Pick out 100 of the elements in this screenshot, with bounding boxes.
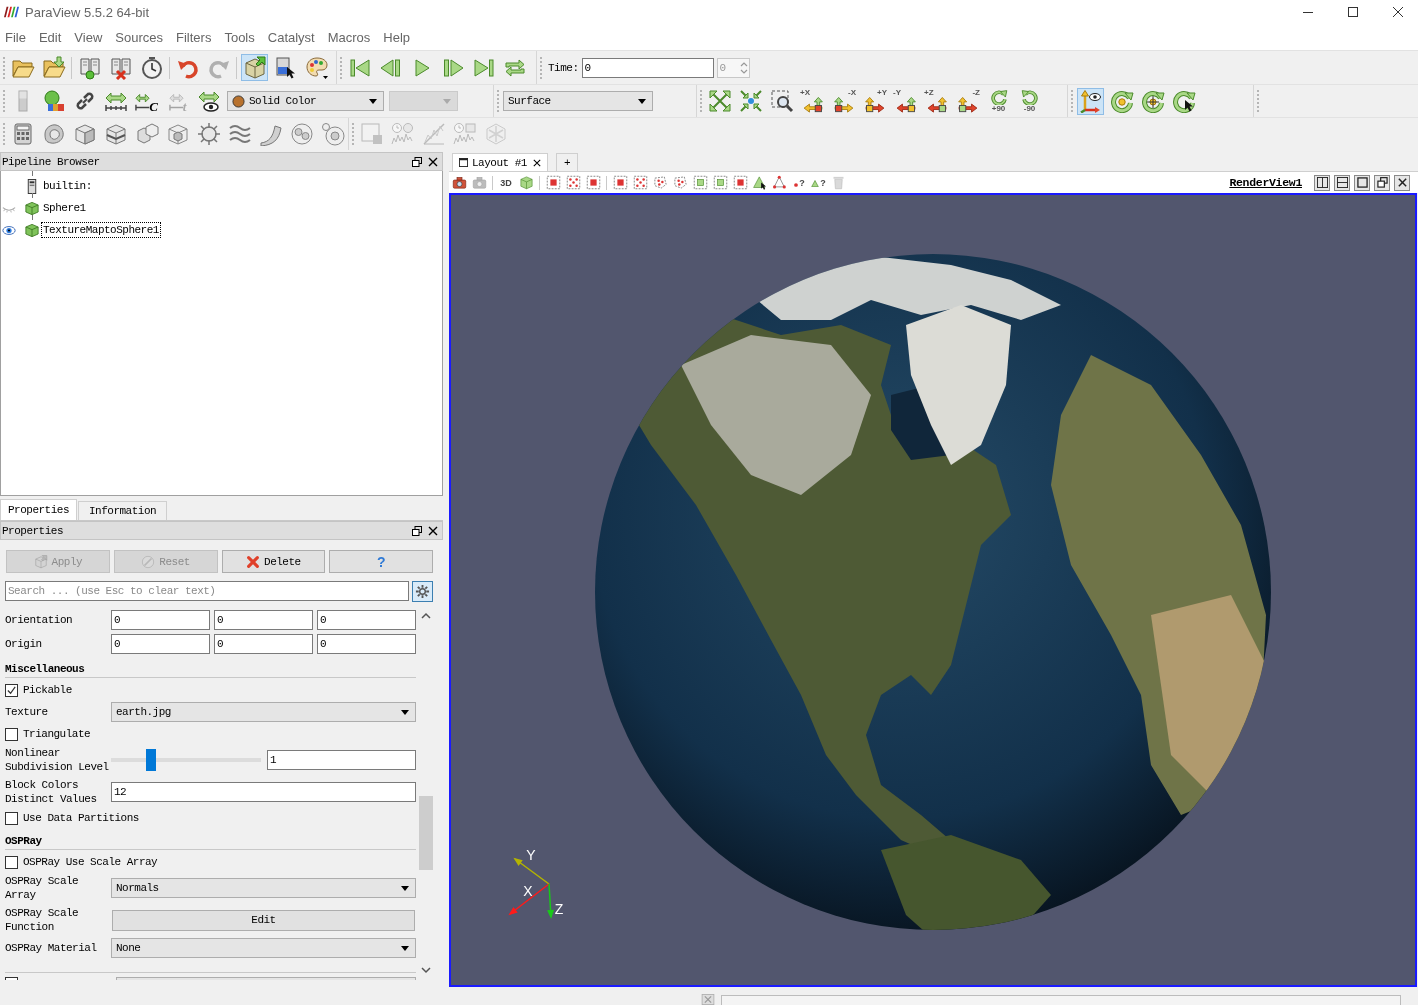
dotted-box-dots-icon: [565, 175, 581, 190]
split-vertical-button[interactable]: [1334, 174, 1350, 191]
menu-item[interactable]: Help: [378, 26, 417, 48]
dropdown[interactable]: Surface: [503, 91, 653, 111]
toolbar-button[interactable]: ?: [810, 173, 827, 192]
triangle-icon: [811, 179, 820, 187]
checkbox[interactable]: [5, 683, 18, 697]
cross-icon[interactable]: [700, 994, 716, 1005]
dropdown[interactable]: Solid Color: [227, 91, 384, 111]
search-field[interactable]: Search ... (use Esc to clear text): [5, 581, 409, 601]
cube-arrow-icon: [33, 554, 48, 569]
toolbar-button[interactable]: +X: [799, 87, 826, 115]
tree-item[interactable]: TextureMaptoSphere1: [41, 222, 161, 238]
delete-button[interactable]: Delete: [221, 550, 326, 573]
add-tab[interactable]: +: [556, 153, 578, 171]
square-corner-icon: [359, 122, 384, 146]
cube-icon: [518, 175, 534, 190]
edit-button[interactable]: Edit: [112, 909, 415, 931]
toolbar-button[interactable]: +Z: [923, 87, 950, 115]
tab[interactable]: Information: [78, 501, 168, 520]
triangle-cursor-icon: [752, 175, 768, 190]
checkbox[interactable]: [5, 977, 18, 980]
close-button[interactable]: [1394, 174, 1410, 191]
toolbar-button[interactable]: C: [133, 87, 160, 115]
scrollbar-thumb[interactable]: [419, 796, 433, 870]
menu-item[interactable]: Sources: [110, 26, 169, 48]
number-field[interactable]: 0: [111, 634, 210, 654]
toolbar-button[interactable]: [768, 87, 795, 115]
close-icon[interactable]: [428, 525, 438, 536]
camera-icon: [471, 175, 487, 190]
checkbox-label: Triangulate: [23, 728, 91, 740]
chevron-up-icon[interactable]: [421, 612, 431, 620]
dropdown[interactable]: Normals: [111, 878, 416, 898]
toolbar-button[interactable]: +90: [985, 87, 1012, 115]
ring-dot-icon: [1109, 89, 1134, 113]
cube-arrow-icon: [242, 55, 267, 80]
number-field[interactable]: 0: [111, 610, 210, 630]
number-field[interactable]: 12: [111, 782, 416, 802]
chevron-down-icon[interactable]: [421, 966, 431, 974]
checkbox[interactable]: [5, 855, 18, 869]
close-icon[interactable]: [428, 156, 438, 167]
ring-cursor-icon: [1171, 89, 1196, 113]
number-field[interactable]: 0: [317, 610, 416, 630]
checkbox[interactable]: [5, 811, 18, 825]
toolbar-button[interactable]: [751, 173, 769, 192]
number-field[interactable]: 1: [267, 750, 416, 770]
menu-item[interactable]: Macros: [322, 26, 377, 48]
slider-thumb[interactable]: [146, 749, 156, 771]
restore-icon[interactable]: [412, 156, 422, 167]
number-field[interactable]: 0: [214, 634, 313, 654]
caret-icon: [443, 98, 451, 104]
number-field[interactable]: 0: [214, 610, 313, 630]
time-label: Time:: [548, 61, 579, 74]
checkbox[interactable]: [5, 727, 18, 741]
advanced-toggle-button[interactable]: [412, 581, 433, 602]
toolbar-button[interactable]: -90: [1016, 87, 1043, 115]
toolbar-button[interactable]: ?: [791, 173, 808, 192]
circle-swatch-icon: [232, 94, 245, 108]
dropdown[interactable]: None: [111, 938, 416, 958]
tab[interactable]: Properties: [0, 499, 77, 520]
number-field[interactable]: 0: [317, 634, 416, 654]
close-icon[interactable]: [533, 158, 541, 167]
split-horizontal-button[interactable]: [1314, 174, 1330, 191]
property-label: Orientation: [5, 613, 74, 627]
restore-button[interactable]: [1374, 174, 1390, 191]
menu-item[interactable]: Catalyst: [262, 26, 321, 48]
menu-item[interactable]: File: [0, 26, 32, 48]
dropdown[interactable]: earth.jpg: [111, 702, 416, 722]
dock-title: Pipeline Browser: [2, 155, 100, 168]
tree-item[interactable]: builtin:: [41, 178, 94, 194]
eye-icon[interactable]: [2, 224, 16, 236]
cube-icon: [165, 122, 190, 146]
menu-item[interactable]: Edit: [33, 26, 68, 48]
maximize-icon[interactable]: [1348, 7, 1358, 17]
dotted-box-icon: [612, 175, 628, 190]
toolbar-button[interactable]: [1077, 87, 1104, 115]
layout-tab[interactable]: Layout #1: [452, 153, 548, 171]
render-view[interactable]: Y X Z: [449, 193, 1417, 987]
tree-item[interactable]: Sphere1: [41, 200, 88, 216]
spin-arrows-icon: [739, 60, 748, 75]
menu-item[interactable]: View: [69, 26, 109, 48]
check-icon: [6, 684, 17, 696]
camera-icon: [451, 175, 467, 190]
close-icon[interactable]: [1393, 7, 1403, 17]
toolbar-button[interactable]: +Y: [861, 87, 888, 115]
time-field[interactable]: 0: [581, 57, 714, 78]
dot-icon: [794, 182, 799, 187]
clock-plot-icon: [452, 122, 477, 146]
toolbar-button[interactable]: -Z: [954, 87, 981, 115]
arrows-in-icon: [738, 89, 763, 113]
toolbar-button[interactable]: -X: [830, 87, 857, 115]
property-label: Nonlinear Subdivision Level: [5, 746, 110, 774]
hexagons-icon: [134, 122, 159, 146]
restore-icon[interactable]: [412, 525, 422, 536]
toolbar-button[interactable]: 3D: [497, 173, 515, 192]
maximize-button[interactable]: [1354, 174, 1370, 191]
sliced-cube-icon: [103, 122, 128, 146]
menu-item[interactable]: Tools: [219, 26, 261, 48]
menu-item[interactable]: Filters: [171, 26, 218, 48]
toolbar-button[interactable]: -Y: [892, 87, 919, 115]
